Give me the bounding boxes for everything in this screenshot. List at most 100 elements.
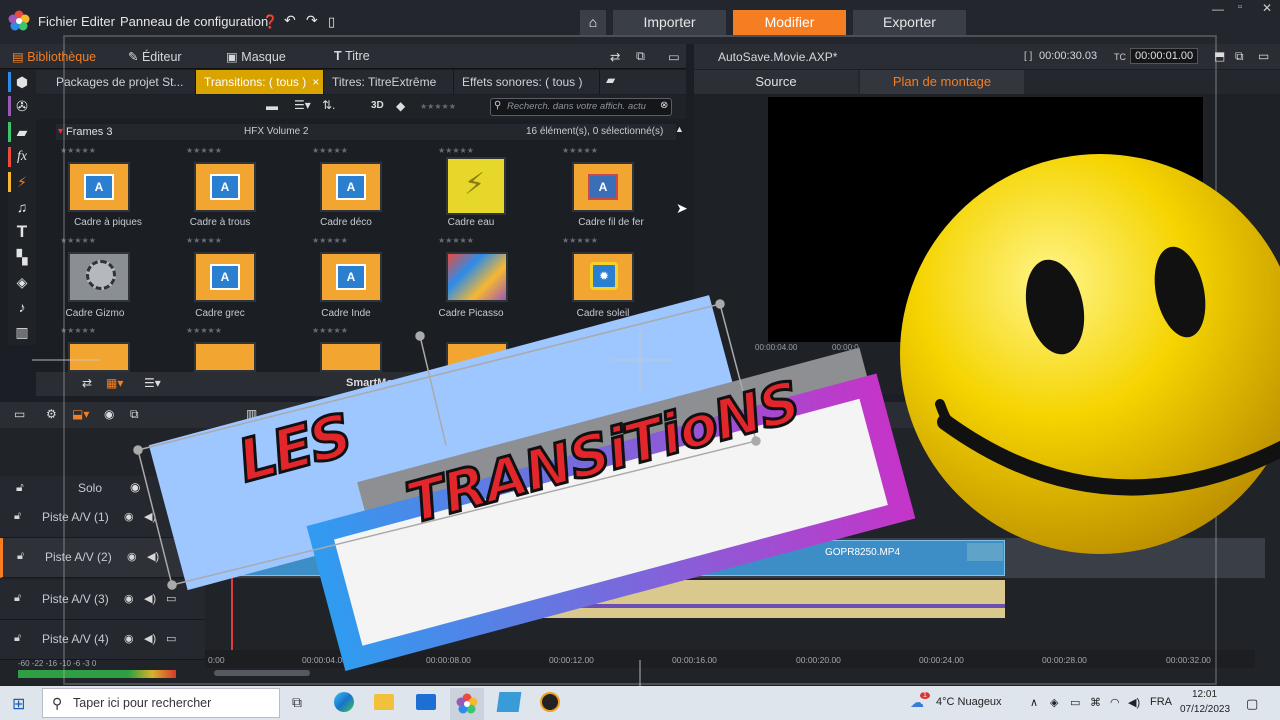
item-rating[interactable]: ★★★★★	[60, 146, 96, 155]
speaker-icon[interactable]: ◀)	[147, 550, 159, 563]
tag-icon[interactable]: ◆	[396, 99, 405, 113]
tab-export[interactable]: Exporter	[853, 10, 966, 35]
item-rating[interactable]: ★★★★★	[562, 146, 598, 155]
list-menu-icon[interactable]: ☰▾	[144, 376, 161, 390]
timeline-scrollbar[interactable]	[214, 670, 310, 676]
item-rating[interactable]: ★★★★★	[312, 146, 348, 155]
home-button[interactable]: ⌂	[580, 10, 606, 35]
eye-icon[interactable]: ◉	[124, 510, 134, 523]
transition-thumbnail[interactable]: A	[572, 162, 634, 212]
transition-thumbnail[interactable]	[446, 252, 508, 302]
rating-filter[interactable]: ★★★★★	[420, 102, 456, 111]
item-rating[interactable]: ★★★★★	[312, 236, 348, 245]
speaker-icon[interactable]: ◀)	[144, 632, 156, 645]
settings-icon[interactable]: ⬒	[1214, 49, 1225, 63]
help-icon[interactable]: ❓	[262, 14, 278, 30]
clock-date[interactable]: 07/12/2023	[1180, 704, 1230, 715]
tab-mask[interactable]: ▣ Masque	[226, 49, 286, 64]
transition-thumbnail[interactable]	[320, 342, 382, 372]
layers-icon[interactable]: ◈	[8, 270, 36, 294]
fx-icon[interactable]: fx	[8, 145, 36, 169]
audio-clip[interactable]	[520, 580, 1005, 618]
pinnacle-taskbar-button[interactable]	[450, 688, 484, 720]
eye-icon[interactable]: ◉	[127, 550, 137, 563]
solo-label[interactable]: Solo	[78, 481, 102, 495]
3d-filter-button[interactable]: 3D	[371, 100, 384, 111]
close-icon[interactable]: ✕	[1262, 1, 1272, 15]
transition-thumbnail[interactable]	[446, 342, 508, 372]
menu-control-panel[interactable]: Panneau de configuration	[120, 14, 268, 29]
track-label[interactable]: Piste A/V (4)	[42, 632, 109, 646]
sort-icon[interactable]: ⇅.	[322, 98, 335, 112]
transition-bolt-icon[interactable]: ⚡	[8, 170, 36, 194]
new-tab-icon[interactable]: ▰	[606, 73, 615, 87]
subtab-project-packages[interactable]: Packages de projet St...	[48, 70, 196, 94]
timeline-layout-icon[interactable]: ▭	[14, 407, 25, 421]
transition-thumbnail[interactable]: A	[68, 162, 130, 212]
item-rating[interactable]: ★★★★★	[60, 326, 96, 335]
track-label[interactable]: Piste A/V (2)	[45, 550, 112, 564]
clock-time[interactable]: 12:01	[1192, 689, 1217, 700]
lock-icon[interactable]: 🔓︎	[14, 632, 21, 645]
wifi-icon[interactable]: ◠	[1110, 696, 1120, 709]
monitor-icon[interactable]: ▭	[166, 632, 176, 645]
subtab-titles[interactable]: Titres: TitreExtrême	[324, 70, 454, 94]
montage-icon[interactable]: ▥	[8, 320, 36, 344]
transition-thumbnail[interactable]	[68, 342, 130, 372]
folder-open-icon[interactable]: ▬	[266, 99, 278, 113]
file-explorer-icon[interactable]	[374, 694, 394, 710]
language-indicator[interactable]: FRA	[1150, 696, 1172, 708]
tab-title[interactable]: T Titre	[334, 49, 370, 63]
library-search-input[interactable]: Recherch. dans votre affich. actu	[490, 98, 672, 116]
swap-icon[interactable]: ⇄	[610, 49, 620, 64]
document-icon[interactable]: ▯	[328, 14, 335, 30]
weather-text[interactable]: 4°C Nuageux	[936, 696, 1002, 708]
transition-thumbnail[interactable]: A	[320, 252, 382, 302]
refresh-icon[interactable]: ⇄	[82, 376, 92, 390]
tab-source[interactable]: Source	[694, 70, 858, 94]
item-rating[interactable]: ★★★★★	[186, 236, 222, 245]
package-icon[interactable]: ⬢	[8, 70, 36, 94]
audio-mixer-icon[interactable]: ▥	[246, 407, 257, 421]
snap-icon[interactable]: ⬓▾	[72, 407, 89, 421]
text-title-icon[interactable]: T	[8, 220, 36, 244]
tray-app-icon[interactable]: ◈	[1050, 696, 1058, 709]
popout-icon[interactable]: ⧉	[636, 49, 645, 64]
transition-thumbnail[interactable]	[194, 342, 256, 372]
item-rating[interactable]: ★★★★★	[186, 326, 222, 335]
timeline-settings-icon[interactable]: ⚙	[46, 407, 57, 421]
close-tab-icon[interactable]: ×	[312, 75, 319, 89]
track-label[interactable]: Piste A/V (3)	[42, 592, 109, 606]
subtab-sound-effects[interactable]: Effets sonores: ( tous )	[454, 70, 600, 94]
transition-thumbnail[interactable]: A	[320, 162, 382, 212]
undo-icon[interactable]: ↶	[284, 12, 296, 29]
timecode-field[interactable]: 00:00:01.00	[1130, 48, 1199, 64]
item-rating[interactable]: ★★★★★	[438, 236, 474, 245]
eye-icon[interactable]: ◉	[124, 592, 134, 605]
music-note-icon[interactable]: ♫	[8, 195, 36, 219]
taskbar-search-input[interactable]: Taper ici pour rechercher	[42, 688, 280, 718]
redo-icon[interactable]: ↷	[306, 12, 318, 29]
list-view-icon[interactable]: ☰▾	[294, 98, 311, 112]
tab-timeline-preview[interactable]: Plan de montage	[860, 70, 1024, 94]
transition-thumbnail[interactable]: A	[194, 162, 256, 212]
battery-icon[interactable]: ▭	[1070, 696, 1080, 709]
minimize-icon[interactable]: —	[1212, 2, 1224, 16]
transition-thumbnail[interactable]: A	[194, 252, 256, 302]
smartmovie-button[interactable]: SmartMovie	[346, 377, 408, 389]
track-label[interactable]: Piste A/V (1)	[42, 510, 109, 524]
task-view-icon[interactable]: ⧉	[292, 694, 302, 711]
subtab-transitions[interactable]: Transitions: ( tous ) ×	[196, 70, 324, 94]
menu-file[interactable]: Fichier	[38, 14, 77, 29]
grid-view-icon[interactable]: ▦▾	[106, 376, 123, 390]
video-clip[interactable]: GOPR8250.MP4	[230, 540, 1005, 576]
eye-icon[interactable]: ◉	[124, 632, 134, 645]
item-rating[interactable]: ★★★★★	[438, 146, 474, 155]
group-header[interactable]: ▾ Frames 3 HFX Volume 2 16 élément(s), 0…	[56, 124, 676, 140]
network-icon[interactable]: ⌘	[1090, 696, 1101, 709]
lock-icon[interactable]: 🔓︎	[16, 480, 24, 495]
windows-start-icon[interactable]: ⊞	[12, 694, 25, 714]
timeline-ruler[interactable]	[205, 650, 1255, 668]
eye-icon[interactable]: ◉	[130, 480, 140, 494]
media-player-icon[interactable]	[540, 692, 560, 712]
